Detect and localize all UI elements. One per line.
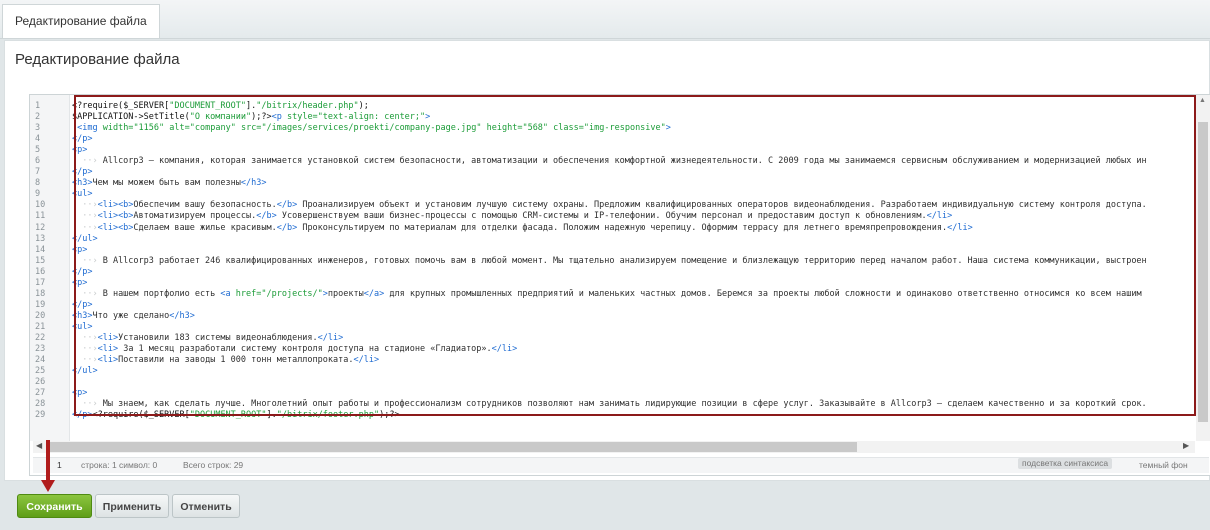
line-number: 23 bbox=[35, 344, 46, 355]
line-number: 28 bbox=[35, 399, 46, 410]
cancel-button[interactable]: Отменить bbox=[172, 494, 240, 518]
tab-edit-file[interactable]: Редактирование файла bbox=[2, 4, 160, 38]
syntax-highlight-toggle[interactable]: подсветка синтаксиса bbox=[1018, 458, 1113, 469]
code-line: ··› Allcorp3 — компания, которая занимае… bbox=[72, 156, 1147, 167]
code-line: </p><?require($_SERVER["DOCUMENT_ROOT"].… bbox=[72, 410, 400, 421]
code-line: $APPLICATION->SetTitle("О компании");?><… bbox=[72, 112, 431, 123]
line-number: 1 bbox=[35, 101, 41, 111]
line-number: 17 bbox=[35, 277, 46, 288]
line-number: 20 bbox=[35, 310, 46, 321]
line-number: 13 bbox=[35, 233, 46, 244]
scroll-up-icon[interactable]: ▲ bbox=[1199, 97, 1206, 104]
code-line: </ul> bbox=[72, 233, 98, 244]
code-line: </p> bbox=[72, 299, 93, 310]
line-number-gutter: 1 2 3 4 5 6 7 8 9 10 11 12 13 14 15 16 17 18 19 20 21 22 23 24 2… bbox=[30, 95, 70, 441]
line-number: 8 bbox=[35, 178, 41, 189]
code-editor[interactable]: 1 2 3 4 5 6 7 8 9 10 11 12 13 14 15 16 17 18 19 20 21 22 23 24 2… bbox=[29, 94, 1210, 476]
code-line: <?require($_SERVER["DOCUMENT_ROOT"]."/bi… bbox=[72, 101, 369, 111]
code-line: ··› В нашем портфолио есть <a href="/pro… bbox=[72, 288, 1142, 299]
line-number: 3 bbox=[35, 123, 41, 134]
line-number: 12 bbox=[35, 222, 46, 233]
code-line: <p> bbox=[72, 145, 88, 156]
line-number: 21 bbox=[35, 321, 46, 332]
line-number: 6 bbox=[35, 156, 41, 167]
vertical-scroll-thumb[interactable] bbox=[1198, 122, 1208, 422]
line-number: 7 bbox=[35, 167, 41, 178]
scroll-left-icon[interactable]: ◀ bbox=[36, 441, 42, 450]
line-number: 24 bbox=[35, 355, 46, 366]
horizontal-scroll-thumb[interactable] bbox=[49, 442, 857, 452]
line-number: 14 bbox=[35, 244, 46, 255]
annotation-arrow-head bbox=[41, 480, 55, 492]
editor-status-bar: 1 строка: 1 символ: 0 Всего строк: 29 по… bbox=[33, 457, 1209, 473]
main-panel: Редактирование файла 1 2 3 4 5 6 7 8 9 10 11 12 13 14… bbox=[4, 40, 1210, 481]
line-number: 19 bbox=[35, 299, 46, 310]
scroll-right-icon[interactable]: ▶ bbox=[1183, 441, 1189, 450]
line-number: 5 bbox=[35, 145, 41, 156]
tab-bar: Редактирование файла bbox=[0, 0, 1210, 39]
line-number: 16 bbox=[35, 266, 46, 277]
code-area[interactable]: <?require($_SERVER["DOCUMENT_ROOT"]."/bi… bbox=[72, 101, 1194, 439]
code-line: <h3>Что уже сделано</h3> bbox=[72, 310, 195, 321]
line-number: 15 bbox=[35, 255, 46, 266]
line-number: 22 bbox=[35, 332, 46, 343]
vertical-scrollbar[interactable]: ▲ bbox=[1196, 95, 1210, 441]
code-line: </p> bbox=[72, 266, 93, 277]
line-number: 9 bbox=[35, 189, 41, 200]
code-line: <p> bbox=[72, 277, 88, 288]
code-line: ··›<li>Поставили на заводы 1 000 тонн ме… bbox=[72, 355, 380, 366]
code-line: </ul> bbox=[72, 366, 98, 377]
code-line: <ul> bbox=[72, 189, 93, 200]
line-number: 29 bbox=[35, 410, 46, 421]
page-title: Редактирование файла bbox=[15, 51, 180, 68]
status-line-number: 1 bbox=[57, 460, 62, 470]
dark-background-toggle[interactable]: темный фон bbox=[1139, 458, 1188, 473]
code-line: </p> bbox=[72, 134, 93, 145]
code-line: </p> bbox=[72, 167, 93, 178]
code-line: <ul> bbox=[72, 321, 93, 332]
code-line: ··›<li><b>Обеспечим вашу безопасность.</… bbox=[72, 200, 1147, 211]
code-line: <p> bbox=[72, 244, 88, 255]
code-line: ··›<li>Установили 183 системы видеонаблю… bbox=[72, 332, 344, 343]
line-number: 26 bbox=[35, 377, 46, 388]
status-total-lines: Всего строк: 29 bbox=[183, 460, 244, 470]
save-button[interactable]: Сохранить bbox=[17, 494, 92, 518]
code-line: ··›<li><b>Сделаем ваше жилье красивым.</… bbox=[72, 222, 973, 233]
line-number: 25 bbox=[35, 366, 46, 377]
line-number: 10 bbox=[35, 200, 46, 211]
code-line: <p> bbox=[72, 388, 88, 399]
code-line: <img width="1156" alt="company" src="/im… bbox=[77, 123, 671, 134]
line-number: 2 bbox=[35, 112, 41, 123]
line-number: 4 bbox=[35, 134, 41, 145]
code-line: <h3>Чем мы можем быть вам полезны</h3> bbox=[72, 178, 267, 189]
line-number: 18 bbox=[35, 288, 46, 299]
code-line: ··› Мы знаем, как сделать лучше. Многоле… bbox=[72, 399, 1147, 410]
code-line: ··›<li> За 1 месяц разработали систему к… bbox=[72, 344, 518, 355]
line-number: 27 bbox=[35, 388, 46, 399]
line-number: 11 bbox=[35, 211, 46, 222]
status-position: строка: 1 символ: 0 bbox=[81, 460, 158, 470]
code-line: ··› В Allcorp3 работает 246 квалифициров… bbox=[72, 255, 1147, 266]
apply-button[interactable]: Применить bbox=[95, 494, 169, 518]
code-line: ··›<li><b>Автоматизируем процессы.</b> У… bbox=[72, 211, 953, 222]
horizontal-scrollbar[interactable]: ◀ ▶ bbox=[33, 441, 1195, 453]
